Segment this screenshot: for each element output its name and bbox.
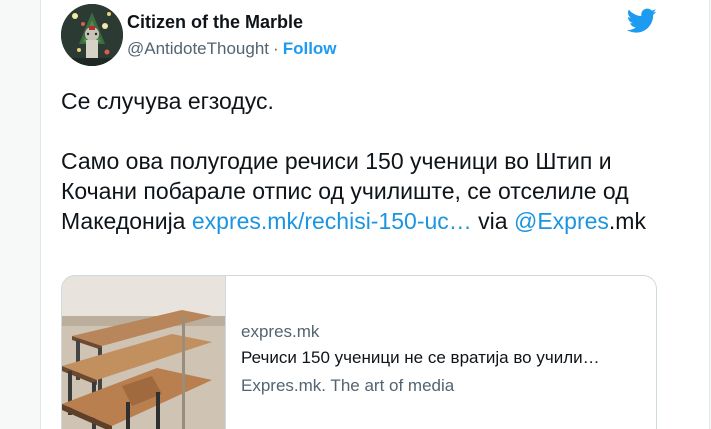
separator: · xyxy=(273,39,279,58)
mention-link[interactable]: @Expres xyxy=(514,208,609,234)
tweet-paragraph: Само ова полугодие речиси 150 ученици во… xyxy=(61,146,681,236)
preview-title: Речиси 150 ученици не се вратија во учил… xyxy=(241,348,600,367)
avatar[interactable] xyxy=(61,4,123,66)
user-handle[interactable]: @AntidoteThought xyxy=(127,39,269,58)
avatar-image xyxy=(61,4,123,66)
tweet-line-1: Се случува егзодус. xyxy=(61,88,274,114)
link-preview-card[interactable]: expres.mk Речиси 150 ученици не се врати… xyxy=(61,275,657,429)
tweet-text: Се случува егзодус. Само ова полугодие р… xyxy=(61,86,681,236)
preview-image xyxy=(62,276,226,429)
display-name[interactable]: Citizen of the Marble xyxy=(127,12,303,33)
tweet-card: Citizen of the Marble @AntidoteThought · F… xyxy=(40,0,710,429)
follow-button[interactable]: Follow xyxy=(283,39,337,58)
mention-suffix: .mk xyxy=(608,208,646,234)
handle-row: @AntidoteThought · Follow xyxy=(127,39,337,59)
tweet-link[interactable]: expres.mk/rechisi-150-uc… xyxy=(192,208,472,234)
preview-description: Expres.mk. The art of media xyxy=(241,376,455,395)
via-text: via xyxy=(471,208,514,234)
twitter-bird-icon[interactable] xyxy=(627,8,657,34)
preview-domain: expres.mk xyxy=(241,322,320,341)
